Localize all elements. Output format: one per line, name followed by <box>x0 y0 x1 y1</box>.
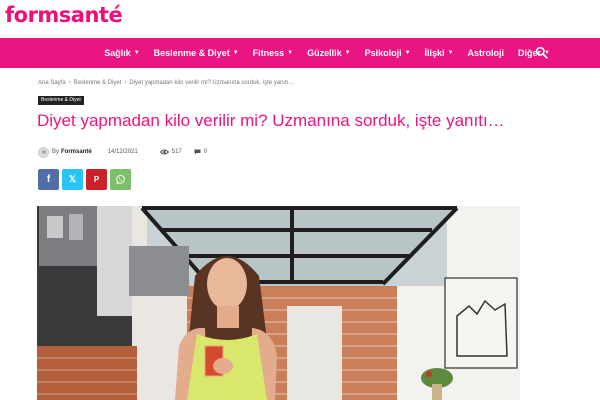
share-bar: f 𝕏 P <box>38 169 131 190</box>
chevron-down-icon: ▼ <box>404 50 411 56</box>
category-tag[interactable]: Beslenme & Diyet <box>38 96 84 105</box>
comments-count[interactable]: 0 <box>194 149 207 155</box>
whatsapp-icon <box>116 174 125 185</box>
comment-icon <box>194 149 201 155</box>
nav-item-astroloji[interactable]: Astroloji <box>468 48 505 58</box>
views-count: 517 <box>159 149 182 155</box>
site-logo[interactable]: formsanté <box>5 3 123 27</box>
pinterest-icon: P <box>93 175 100 184</box>
pinterest-share-button[interactable]: P <box>86 169 107 190</box>
nav-item-beslenme-diyet[interactable]: Beslenme & Diyet ▼ <box>154 48 239 58</box>
nav-item-fitness[interactable]: Fitness ▼ <box>253 48 293 58</box>
facebook-share-button[interactable]: f <box>38 169 59 190</box>
breadcrumb-separator: › <box>68 80 71 86</box>
nav-item-guzellik[interactable]: Güzellik ▼ <box>307 48 350 58</box>
article-hero-image <box>37 206 520 400</box>
nav-item-psikoloji[interactable]: Psikoloji ▼ <box>365 48 411 58</box>
nav-item-saglik[interactable]: Sağlık ▼ <box>104 48 139 58</box>
chevron-down-icon: ▼ <box>133 50 140 56</box>
comments-value: 0 <box>203 149 208 155</box>
eye-icon <box>159 149 169 155</box>
author-avatar[interactable] <box>38 146 49 158</box>
by-label: By <box>52 149 60 155</box>
publish-date: 14/12/2021 <box>107 149 138 155</box>
breadcrumb-separator: › <box>124 80 127 86</box>
article-meta: By Formsanté 14/12/2021 517 0 <box>38 146 207 158</box>
views-value: 517 <box>171 149 182 155</box>
breadcrumb-category[interactable]: Beslenme & Diyet <box>74 80 122 86</box>
twitter-share-button[interactable]: 𝕏 <box>62 169 83 190</box>
x-icon: 𝕏 <box>68 174 77 184</box>
chevron-down-icon: ▼ <box>232 50 239 56</box>
author-name[interactable]: Formsanté <box>61 149 92 155</box>
breadcrumb: Ana Sayfa › Beslenme & Diyet › Diyet yap… <box>38 80 293 86</box>
article-title: Diyet yapmadan kilo verilir mi? Uzmanına… <box>37 111 505 130</box>
chevron-down-icon: ▼ <box>447 50 454 56</box>
breadcrumb-home[interactable]: Ana Sayfa <box>38 80 66 86</box>
search-icon[interactable] <box>535 46 548 59</box>
chevron-down-icon: ▼ <box>287 50 294 56</box>
header: formsanté <box>0 0 600 38</box>
whatsapp-share-button[interactable] <box>110 169 131 190</box>
breadcrumb-current: Diyet yapmadan kilo verilir mi? Uzmanına… <box>129 80 294 86</box>
facebook-icon: f <box>46 174 51 185</box>
nav-item-iliski[interactable]: İlişki ▼ <box>425 48 454 58</box>
chevron-down-icon: ▼ <box>344 50 351 56</box>
nav-list: Sağlık ▼ Beslenme & Diyet ▼ Fitness ▼ Güzel… <box>104 38 550 68</box>
main-nav: Sağlık ▼ Beslenme & Diyet ▼ Fitness ▼ Güzel… <box>0 38 600 68</box>
